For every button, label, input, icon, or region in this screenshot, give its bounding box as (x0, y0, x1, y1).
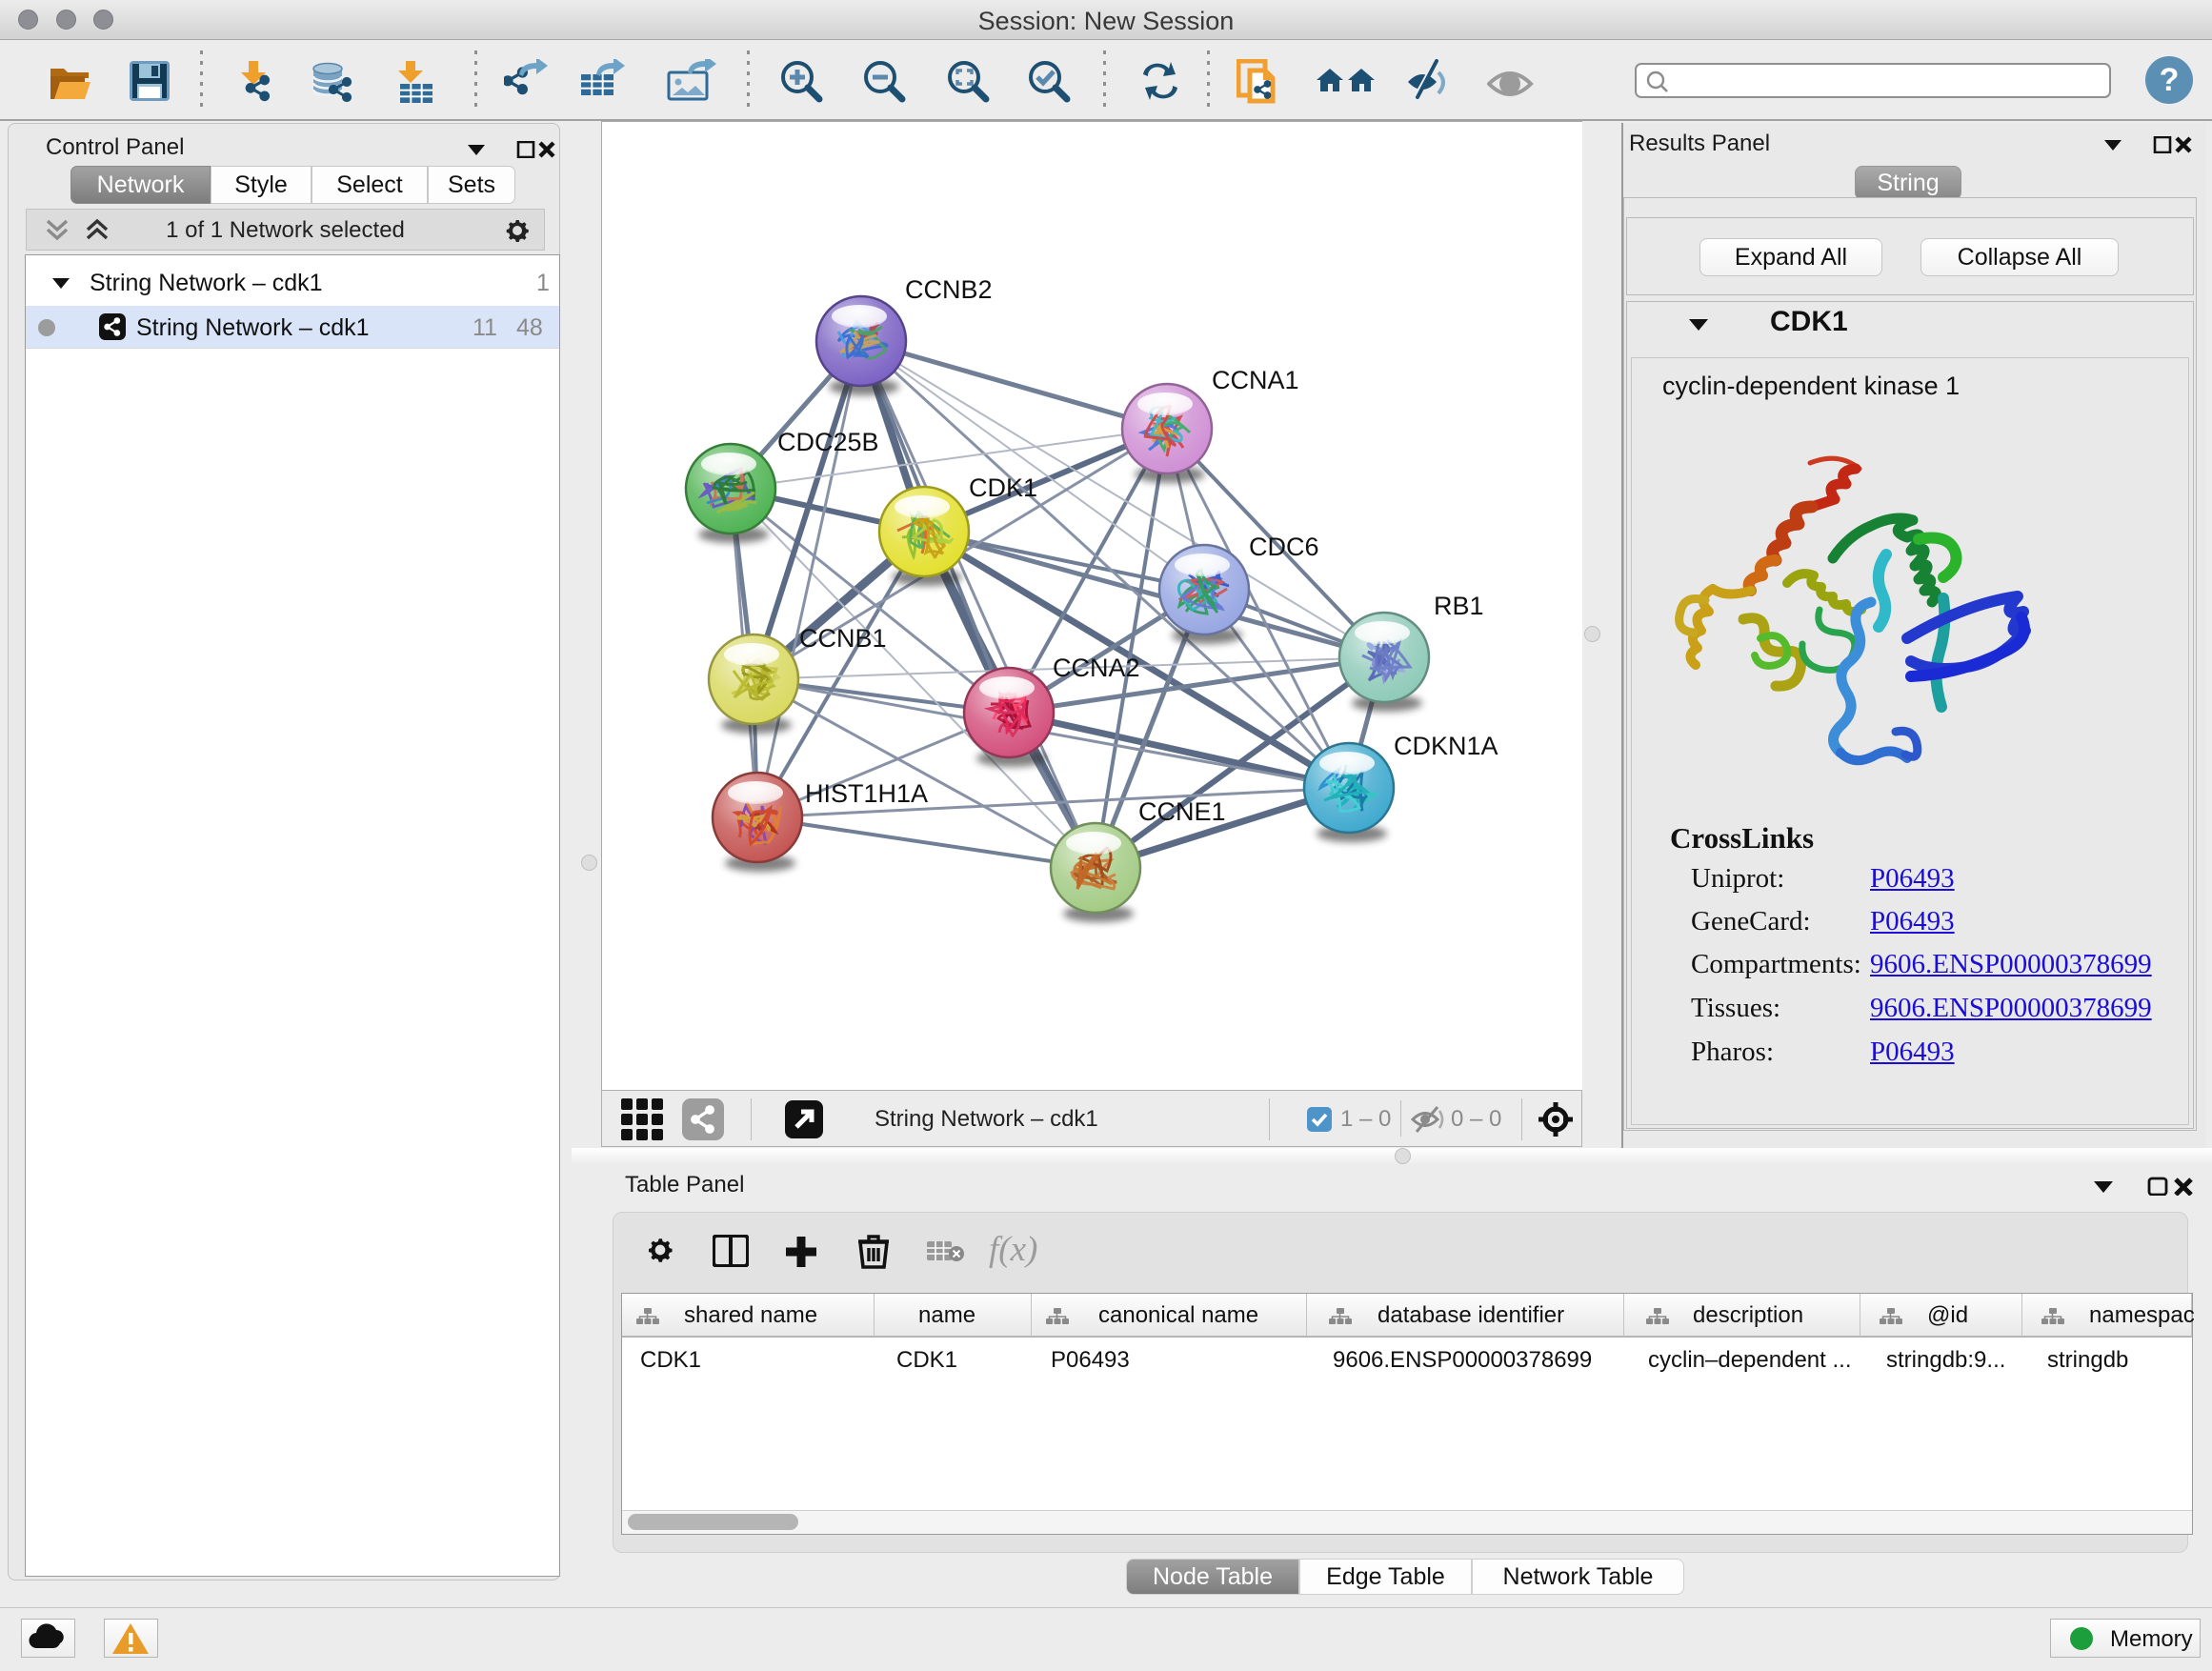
svg-text:CDC25B: CDC25B (777, 428, 879, 456)
svg-text:CCNA1: CCNA1 (1212, 366, 1299, 394)
svg-text:CDK1: CDK1 (969, 473, 1037, 502)
svg-text:CDKN1A: CDKN1A (1394, 732, 1498, 760)
svg-text:CCNB1: CCNB1 (799, 624, 887, 653)
svg-text:CCNB2: CCNB2 (905, 275, 993, 304)
svg-text:HIST1H1A: HIST1H1A (805, 779, 928, 808)
svg-text:CCNA2: CCNA2 (1053, 654, 1140, 682)
svg-text:RB1: RB1 (1434, 592, 1484, 620)
svg-text:CDC6: CDC6 (1249, 533, 1319, 561)
svg-text:CCNE1: CCNE1 (1138, 797, 1226, 826)
